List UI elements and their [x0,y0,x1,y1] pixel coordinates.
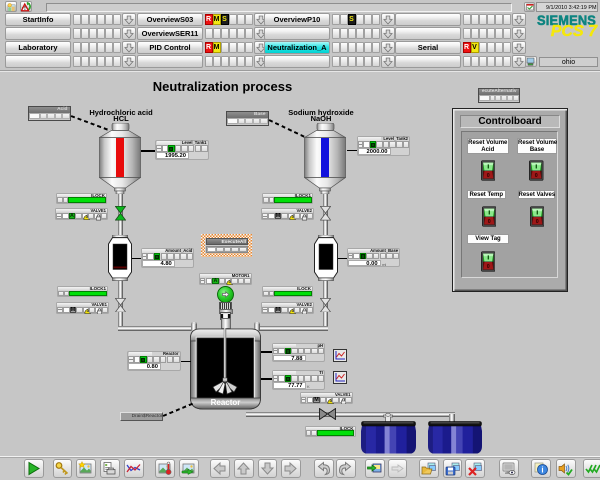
svg-text:0: 0 [535,173,538,179]
svg-text:Reactor: Reactor [211,398,241,407]
svg-text:0: 0 [535,219,538,225]
svg-text:0: 0 [486,173,489,179]
svg-text:i: i [542,465,544,474]
svg-text:0: 0 [487,219,490,225]
svg-text:0: 0 [486,264,489,270]
